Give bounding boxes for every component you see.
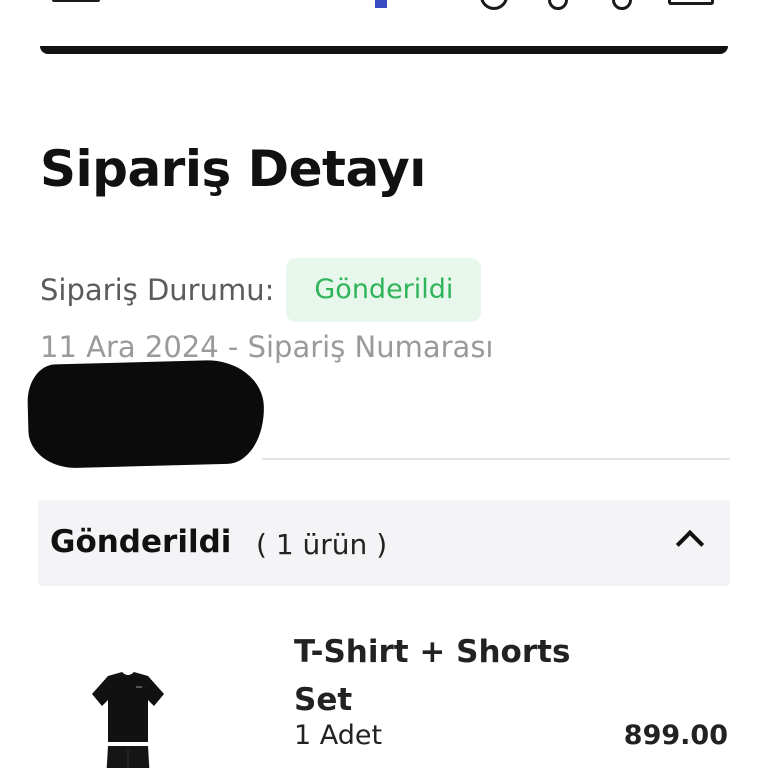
section-divider (262, 458, 730, 460)
order-date-and-number-label: 11 Ara 2024 - Sipariş Numarası (40, 330, 494, 364)
order-detail-page: Sipariş Detayı Sipariş Durumu: Gönderild… (0, 0, 768, 768)
product-price: 899.00 (623, 720, 728, 751)
order-item-row[interactable]: T-Shirt + Shorts Set 1 Adet 899.00 (38, 620, 730, 768)
chevron-up-icon[interactable] (675, 529, 705, 559)
page-title: Sipariş Detayı (40, 140, 426, 198)
search-icon[interactable] (480, 0, 508, 10)
header-divider (40, 46, 728, 54)
shipment-accordion-header[interactable]: Gönderildi ( 1 ürün ) (38, 500, 730, 586)
order-status-label: Sipariş Durumu: (40, 273, 275, 307)
heart-icon[interactable] (548, 0, 568, 10)
shipment-status: Gönderildi (50, 524, 232, 560)
shipment-item-count: ( 1 ürün ) (256, 528, 388, 561)
cart-icon[interactable] (668, 0, 714, 5)
status-badge: Gönderildi (286, 258, 482, 322)
top-header (0, 0, 768, 50)
product-image[interactable] (78, 670, 178, 768)
order-status-row: Sipariş Durumu: Gönderildi (40, 258, 482, 322)
menu-icon[interactable] (52, 0, 100, 2)
product-name[interactable]: T-Shirt + Shorts Set (294, 628, 594, 724)
brand-logo[interactable] (375, 0, 387, 8)
order-number-redaction (26, 358, 266, 470)
product-quantity: 1 Adet (294, 720, 383, 751)
user-icon[interactable] (612, 0, 632, 10)
